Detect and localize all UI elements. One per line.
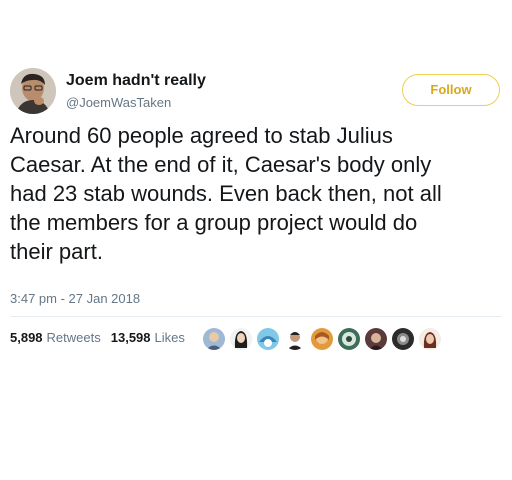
tweet-card: Joem hadn't really @JoemWasTaken Follow … <box>0 0 512 480</box>
follow-button[interactable]: Follow <box>402 74 500 106</box>
divider <box>10 316 502 317</box>
tweet-text-line: had 23 stab wounds. Even back then, not … <box>10 181 442 206</box>
tweet-text-line: their part. <box>10 239 103 264</box>
user-handle[interactable]: @JoemWasTaken <box>66 95 171 110</box>
liker-avatar[interactable] <box>365 328 387 350</box>
tweet-text: Around 60 people agreed to stab Julius C… <box>10 121 506 266</box>
retweets-label: Retweets <box>46 330 101 345</box>
avatar[interactable] <box>10 68 56 114</box>
liker-avatar[interactable] <box>311 328 333 350</box>
retweets-count: 5,898 <box>10 330 43 345</box>
tweet-stats: 5,898 Retweets 13,598 Likes <box>10 330 195 345</box>
tweet-timestamp[interactable]: 3:47 pm - 27 Jan 2018 <box>10 291 140 306</box>
liker-avatar[interactable] <box>284 328 306 350</box>
liker-avatar[interactable] <box>338 328 360 350</box>
liker-avatar[interactable] <box>230 328 252 350</box>
retweets-stat[interactable]: 5,898 Retweets <box>10 330 101 345</box>
likes-label: Likes <box>154 330 185 345</box>
liker-avatars <box>203 328 446 352</box>
liker-avatar[interactable] <box>203 328 225 350</box>
liker-avatar[interactable] <box>419 328 441 350</box>
tweet-text-line: Around 60 people agreed to stab Julius <box>10 123 393 148</box>
likes-count: 13,598 <box>110 330 151 345</box>
display-name[interactable]: Joem hadn't really <box>66 72 206 90</box>
liker-avatar[interactable] <box>257 328 279 350</box>
liker-avatar[interactable] <box>392 328 414 350</box>
tweet-text-line: the members for a group project would do <box>10 210 418 235</box>
likes-stat[interactable]: 13,598 Likes <box>111 330 185 345</box>
tweet-text-line: Caesar. At the end of it, Caesar's body … <box>10 152 432 177</box>
